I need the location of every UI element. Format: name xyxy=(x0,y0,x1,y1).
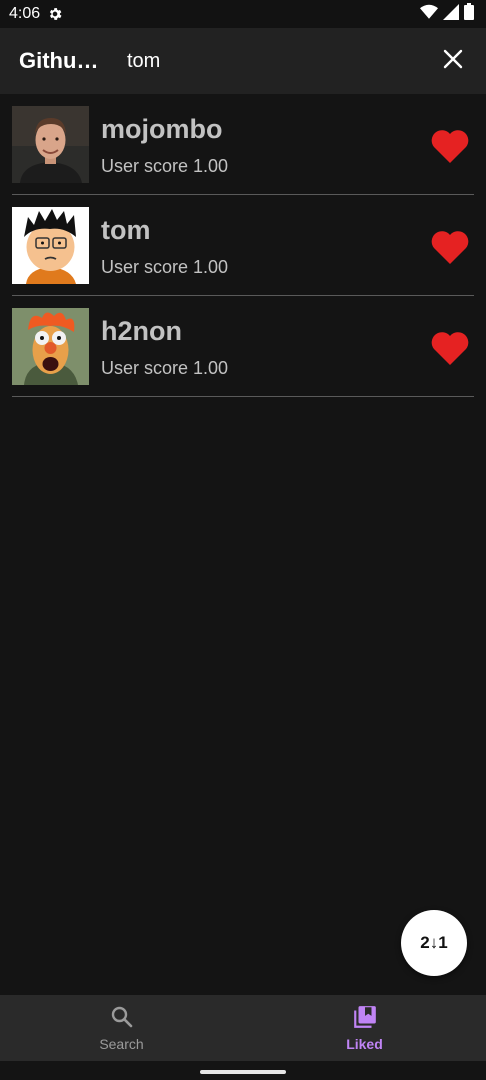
user-name: mojombo xyxy=(101,114,223,144)
user-score: User score 1.00 xyxy=(101,156,228,177)
status-bar: 4:06 xyxy=(0,0,486,28)
app-bar: Github… tom xyxy=(0,28,486,94)
settings-gear-icon xyxy=(47,6,63,22)
search-input[interactable]: tom xyxy=(127,50,433,73)
avatar xyxy=(12,308,89,385)
nav-item-liked[interactable]: Liked xyxy=(243,995,486,1061)
list-item[interactable]: mojombo User score 1.00 xyxy=(12,94,474,195)
heart-icon xyxy=(431,130,469,163)
bottom-navigation: Search Liked xyxy=(0,995,486,1061)
library-bookmark-icon xyxy=(352,1004,378,1030)
avatar xyxy=(12,207,89,284)
avatar xyxy=(12,106,89,183)
clear-search-button[interactable] xyxy=(433,41,473,81)
wifi-icon xyxy=(420,4,438,25)
like-button[interactable] xyxy=(430,229,470,265)
user-name: h2non xyxy=(101,316,182,346)
search-icon xyxy=(110,1004,134,1030)
app-title: Github… xyxy=(19,48,99,73)
cell-signal-icon xyxy=(443,3,459,25)
heart-icon xyxy=(431,231,469,264)
like-button[interactable] xyxy=(430,128,470,164)
user-score-value: 1.00 xyxy=(193,156,229,176)
like-button[interactable] xyxy=(430,330,470,366)
user-score-label: User score xyxy=(101,358,189,378)
user-score: User score 1.00 xyxy=(101,358,228,379)
close-icon xyxy=(443,49,463,74)
user-score-label: User score xyxy=(101,257,189,277)
list-item[interactable]: h2non User score 1.00 xyxy=(12,296,474,397)
sort-button[interactable]: 2↓1 xyxy=(401,910,467,976)
heart-icon xyxy=(431,332,469,365)
user-score-value: 1.00 xyxy=(193,257,229,277)
user-name: tom xyxy=(101,215,151,245)
list-item[interactable]: tom User score 1.00 xyxy=(12,195,474,296)
user-score-value: 1.00 xyxy=(193,358,229,378)
user-list: mojombo User score 1.00 tom User score 1.0 xyxy=(0,94,486,397)
nav-item-label: Liked xyxy=(346,1036,383,1052)
gesture-area xyxy=(0,1061,486,1080)
nav-item-label: Search xyxy=(99,1036,144,1052)
home-gesture-bar[interactable] xyxy=(200,1070,286,1074)
sort-numeric-icon: 2↓1 xyxy=(420,933,448,952)
user-score: User score 1.00 xyxy=(101,257,228,278)
status-time: 4:06 xyxy=(9,5,41,22)
nav-item-search[interactable]: Search xyxy=(0,995,243,1061)
battery-icon xyxy=(464,3,474,25)
user-score-label: User score xyxy=(101,156,189,176)
